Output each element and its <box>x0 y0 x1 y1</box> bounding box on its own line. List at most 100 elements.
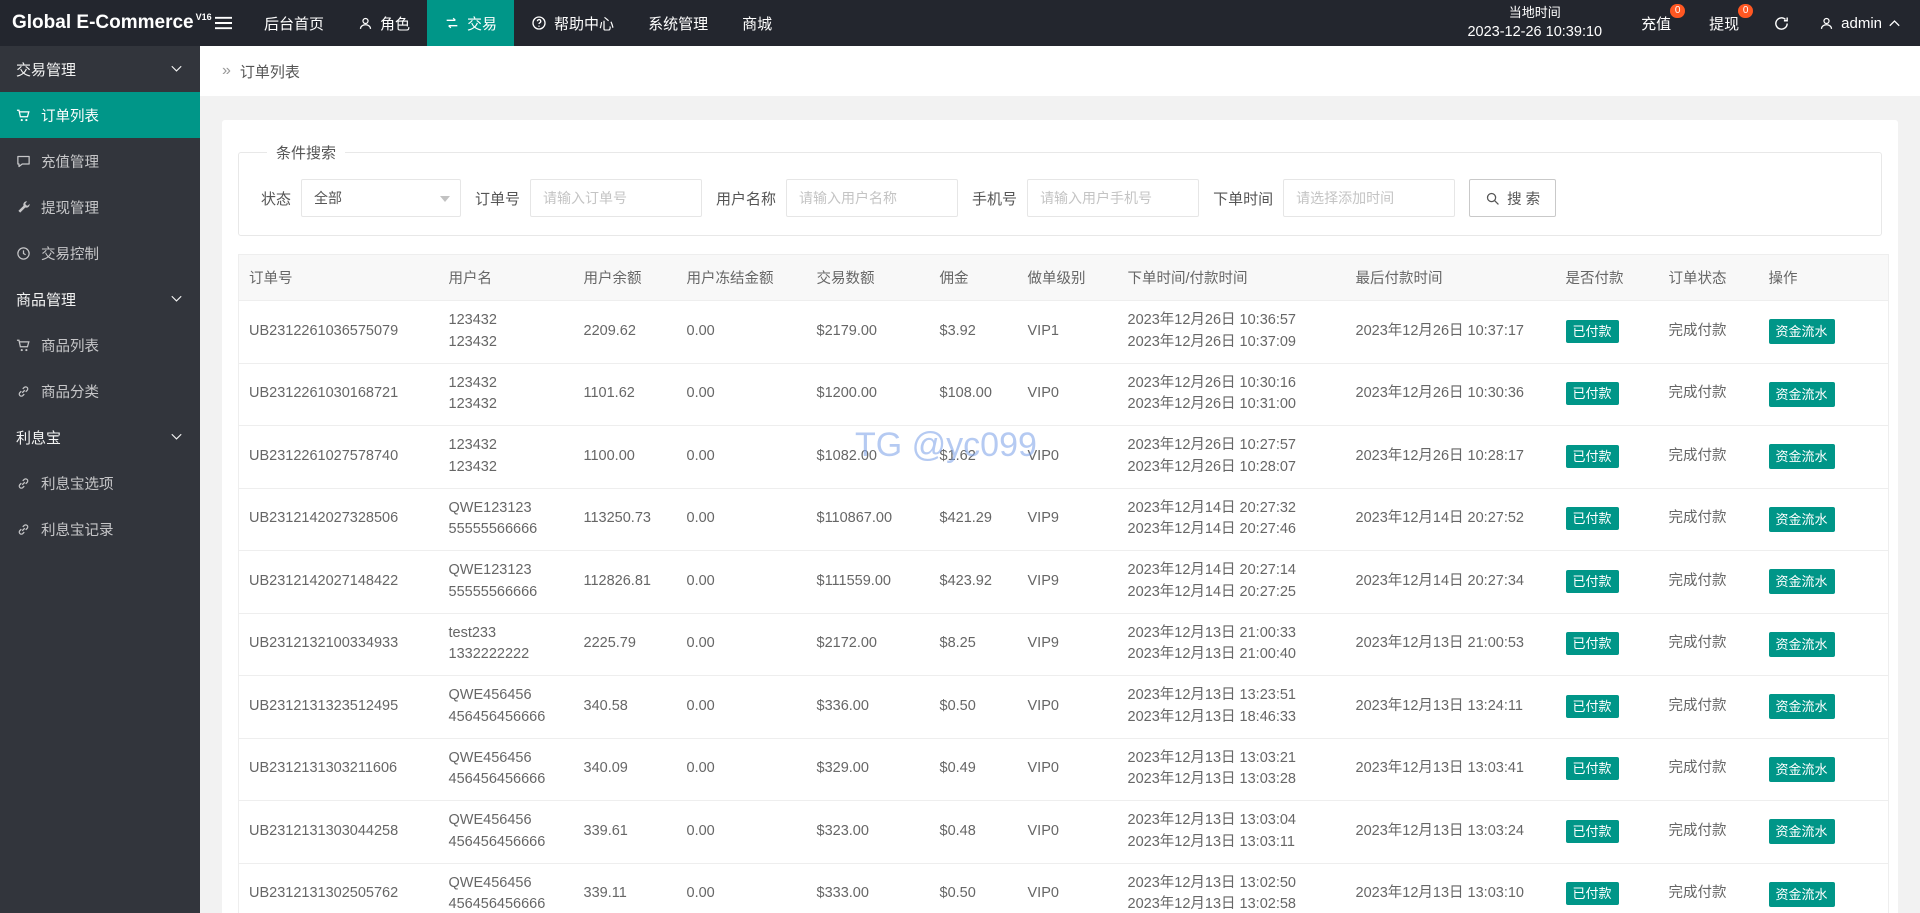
fund-flow-button[interactable]: 资金流水 <box>1768 756 1835 782</box>
order-row: UB2312261036575079 123432 123432 2209.62 0.0… <box>238 300 1889 363</box>
cell-order-pay-time: 2023年12月14日 20:27:32 2023年12月14日 20:27:46 <box>1117 487 1346 551</box>
app-logo: Global E-Commerce V16 <box>0 0 212 46</box>
cell-vip-level: VIP0 <box>1017 800 1118 863</box>
paid-badge: 已付款 <box>1565 319 1619 343</box>
order-row: UB2312131303044258 QWE456456 456456456666 3… <box>238 800 1889 863</box>
sidebar-group-trade-management[interactable]: 交易管理 <box>0 46 200 92</box>
recharge-button[interactable]: 充值 0 <box>1622 0 1690 46</box>
sidebar-item-product-category[interactable]: 商品分类 <box>0 368 200 414</box>
cell-vip-level: VIP9 <box>1017 550 1118 613</box>
sidebar-item-order-list[interactable]: 订单列表 <box>0 92 200 138</box>
cell-action: 资金流水 <box>1758 862 1889 913</box>
sidebar-group-product-management[interactable]: 商品管理 <box>0 276 200 322</box>
paid-badge: 已付款 <box>1565 882 1619 906</box>
cell-last-pay-time: 2023年12月13日 13:03:41 <box>1345 737 1556 801</box>
cell-user: 123432 123432 <box>438 425 574 488</box>
status-select[interactable]: 全部 <box>301 179 462 217</box>
fund-flow-button[interactable]: 资金流水 <box>1768 381 1835 407</box>
order-time-label: 下单时间 <box>1213 190 1274 208</box>
cell-paid: 已付款 <box>1555 300 1659 363</box>
sidebar-item-interest-options[interactable]: 利息宝选项 <box>0 460 200 506</box>
column-header: 订单号 <box>238 254 439 301</box>
cell-commission: $423.92 <box>929 550 1018 613</box>
search-button[interactable]: 搜 索 <box>1469 179 1557 217</box>
cell-commission: $0.50 <box>929 862 1018 913</box>
cell-order-status: 完成付款 <box>1658 612 1759 676</box>
cell-last-pay-time: 2023年12月14日 20:27:34 <box>1345 550 1556 613</box>
paid-badge: 已付款 <box>1565 444 1619 468</box>
column-header: 佣金 <box>929 254 1018 301</box>
cell-action: 资金流水 <box>1758 612 1889 676</box>
nav-item-mall[interactable]: 商城 <box>725 0 789 46</box>
cell-paid: 已付款 <box>1555 800 1659 863</box>
chevron-down-icon <box>171 65 182 72</box>
column-header: 用户名 <box>438 254 574 301</box>
sidebar-item-trade-control[interactable]: 交易控制 <box>0 230 200 276</box>
cell-paid: 已付款 <box>1555 612 1659 676</box>
fund-flow-button[interactable]: 资金流水 <box>1768 631 1835 657</box>
fund-flow-button[interactable]: 资金流水 <box>1768 319 1835 345</box>
cell-order-pay-time: 2023年12月13日 13:23:51 2023年12月13日 18:46:33 <box>1117 675 1346 738</box>
paid-badge: 已付款 <box>1565 757 1619 781</box>
search-panel-legend: 条件搜索 <box>276 145 337 162</box>
sidebar-item-product-list[interactable]: 商品列表 <box>0 322 200 368</box>
cell-action: 资金流水 <box>1758 550 1889 613</box>
cell-order-pay-time: 2023年12月13日 13:03:04 2023年12月13日 13:03:11 <box>1117 800 1346 863</box>
phone-input[interactable] <box>1027 179 1200 217</box>
nav-item-home[interactable]: 后台首页 <box>247 0 341 46</box>
cell-order-status: 完成付款 <box>1658 800 1759 863</box>
username-input[interactable] <box>786 179 959 217</box>
fund-flow-button[interactable]: 资金流水 <box>1768 569 1835 595</box>
search-panel: 条件搜索 状态 全部 订单号 用户名称 手机号 下单时间 <box>238 142 1882 236</box>
nav-item-roles[interactable]: 角色 <box>341 0 427 46</box>
cell-paid: 已付款 <box>1555 862 1659 913</box>
fund-flow-button[interactable]: 资金流水 <box>1768 444 1835 470</box>
cell-amount: $2179.00 <box>806 300 930 363</box>
admin-avatar-icon <box>1821 17 1833 29</box>
refresh-icon <box>1775 16 1789 30</box>
cell-order-no: UB2312131323512495 <box>238 675 439 738</box>
menu-toggle-button[interactable] <box>200 0 247 46</box>
cell-vip-level: VIP9 <box>1017 612 1118 676</box>
column-header: 下单时间/付款时间 <box>1117 254 1346 301</box>
fund-flow-button[interactable]: 资金流水 <box>1768 881 1835 907</box>
sidebar-group-interest-treasure[interactable]: 利息宝 <box>0 414 200 460</box>
fund-flow-button[interactable]: 资金流水 <box>1768 506 1835 532</box>
withdraw-label: 提现 <box>1709 15 1740 33</box>
link-icon <box>18 385 29 397</box>
chevron-up-icon <box>1889 20 1900 27</box>
user-icon <box>359 17 372 29</box>
nav-item-system[interactable]: 系统管理 <box>631 0 725 46</box>
cell-commission: $8.25 <box>929 612 1018 676</box>
sidebar-item-withdraw-management[interactable]: 提现管理 <box>0 184 200 230</box>
paid-badge: 已付款 <box>1565 694 1619 718</box>
refresh-button[interactable] <box>1758 0 1805 46</box>
sidebar-item-interest-records[interactable]: 利息宝记录 <box>0 506 200 552</box>
nav-item-help[interactable]: 帮助中心 <box>514 0 631 46</box>
search-icon <box>1486 192 1499 205</box>
withdraw-button[interactable]: 提现 0 <box>1690 0 1758 46</box>
paid-badge: 已付款 <box>1565 819 1619 843</box>
cell-amount: $2172.00 <box>806 612 930 676</box>
column-header: 用户余额 <box>573 254 677 301</box>
cell-frozen: 0.00 <box>676 550 807 613</box>
order-no-input[interactable] <box>530 179 703 217</box>
fund-flow-button[interactable]: 资金流水 <box>1768 694 1835 720</box>
fund-flow-button[interactable]: 资金流水 <box>1768 819 1835 845</box>
order-time-input[interactable] <box>1283 179 1456 217</box>
sidebar-item-recharge-management[interactable]: 充值管理 <box>0 138 200 184</box>
select-caret-icon <box>440 196 451 202</box>
local-time: 当地时间 2023-12-26 10:39:10 <box>1447 0 1622 46</box>
order-row: UB2312142027328506 QWE123123 55555566666 11… <box>238 487 1889 551</box>
breadcrumb: » 订单列表 <box>200 46 1920 96</box>
order-table: 订单号 用户名 用户余额 用户冻结金额 交易数额 佣金 做单级别 下单时间/付款时间 最后付款时… <box>238 254 1889 913</box>
nav-item-trade[interactable]: 交易 <box>427 0 515 46</box>
admin-menu[interactable]: admin <box>1805 0 1920 46</box>
column-header: 订单状态 <box>1658 254 1759 301</box>
status-label: 状态 <box>261 190 292 208</box>
recharge-label: 充值 <box>1641 15 1672 33</box>
cell-balance: 340.58 <box>573 675 677 738</box>
cell-commission: $1.62 <box>929 425 1018 488</box>
cell-order-pay-time: 2023年12月26日 10:30:16 2023年12月26日 10:31:00 <box>1117 362 1346 426</box>
column-header: 做单级别 <box>1017 254 1118 301</box>
